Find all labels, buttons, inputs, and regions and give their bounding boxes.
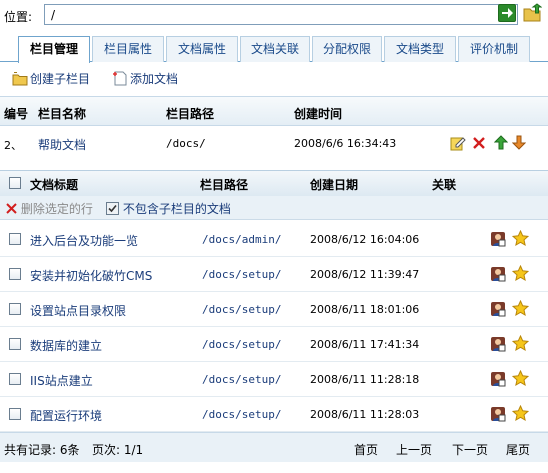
doc-path: /docs/setup/ xyxy=(202,373,282,386)
col-created-time: 创建时间 xyxy=(294,107,343,121)
exclude-subcategory-label: 不包含子栏目的文档 xyxy=(122,202,231,216)
col-id: 编号 xyxy=(4,107,29,121)
first-page-link[interactable]: 首页 xyxy=(354,441,378,458)
exclude-subcategory-toggle[interactable]: 不包含子栏目的文档 xyxy=(106,200,231,217)
doc-row: 设置站点目录权限/docs/setup/2008/6/11 18:01:06 xyxy=(0,293,548,327)
doc-row: IIS站点建立/docs/setup/2008/6/11 11:28:18 xyxy=(0,363,548,397)
user-icon[interactable] xyxy=(490,266,506,282)
doc-table-header: 文档标题 栏目路径 创建日期 关联 xyxy=(0,170,548,196)
address-label: 位置: xyxy=(4,10,33,24)
category-table-header: 编号 栏目名称 栏目路径 创建时间 xyxy=(0,96,548,126)
doc-row: 进入后台及功能一览/docs/admin/2008/6/12 16:04:06 xyxy=(0,223,548,257)
doc-title-link[interactable]: 数据库的建立 xyxy=(30,337,102,354)
doc-action-bar: 删除选定的行 不包含子栏目的文档 xyxy=(0,196,548,220)
row-checkbox[interactable] xyxy=(9,408,21,420)
star-icon[interactable] xyxy=(512,405,529,422)
doc-title-link[interactable]: 安装并初始化破竹CMS xyxy=(30,267,152,284)
category-row: 2、 帮助文档 /docs/ 2008/6/6 16:34:43 xyxy=(0,128,548,158)
delete-icon xyxy=(6,203,17,214)
total-records: 共有记录: 6条 xyxy=(4,443,80,457)
doc-title-link[interactable]: 设置站点目录权限 xyxy=(30,302,126,319)
tab-rating[interactable]: 评价机制 xyxy=(458,36,530,62)
arrow-right-icon xyxy=(502,8,513,18)
star-icon[interactable] xyxy=(512,265,529,282)
row-checkbox[interactable] xyxy=(9,338,21,350)
doc-date: 2008/6/11 17:41:34 xyxy=(310,338,420,351)
address-bar: 位置: / xyxy=(0,0,548,30)
tab-doc-types[interactable]: 文档类型 xyxy=(384,36,456,62)
col-doc-title: 文档标题 xyxy=(30,178,79,192)
user-icon[interactable] xyxy=(490,336,506,352)
delete-selected-button[interactable]: 删除选定的行 xyxy=(6,200,93,217)
doc-path: /docs/setup/ xyxy=(202,338,282,351)
document-add-icon xyxy=(113,71,127,86)
row-checkbox[interactable] xyxy=(9,268,21,280)
star-icon[interactable] xyxy=(512,300,529,317)
add-doc-label: 添加文档 xyxy=(130,72,179,86)
create-child-button[interactable]: 创建子栏目 xyxy=(12,70,90,88)
folder-up-icon[interactable] xyxy=(522,3,542,23)
doc-title-link[interactable]: 配置运行环境 xyxy=(30,407,102,424)
category-path: /docs/ xyxy=(166,137,206,150)
category-id: 2、 xyxy=(4,139,22,152)
doc-path: /docs/setup/ xyxy=(202,268,282,281)
col-category-name: 栏目名称 xyxy=(38,107,87,121)
doc-title-link[interactable]: IIS站点建立 xyxy=(30,372,93,389)
tab-doc-relations[interactable]: 文档关联 xyxy=(240,36,310,62)
user-icon[interactable] xyxy=(490,371,506,387)
toolbar: 创建子栏目 添加文档 xyxy=(0,64,548,92)
pagination-bar: 共有记录: 6条 页次: 1/1 首页 上一页 下一页 尾页 xyxy=(0,432,548,462)
delete-icon[interactable] xyxy=(472,136,486,150)
tab-bar: 栏目管理 栏目属性 文档属性 文档关联 分配权限 文档类型 评价机制 xyxy=(0,32,548,63)
checkbox-icon xyxy=(106,202,119,215)
select-all-checkbox[interactable] xyxy=(9,177,21,189)
doc-date: 2008/6/12 16:04:06 xyxy=(310,233,420,246)
doc-row: 配置运行环境/docs/setup/2008/6/11 11:28:03 xyxy=(0,398,548,432)
star-icon[interactable] xyxy=(512,230,529,247)
doc-date: 2008/6/11 18:01:06 xyxy=(310,303,420,316)
edit-icon[interactable] xyxy=(450,135,466,151)
col-doc-path: 栏目路径 xyxy=(200,178,249,192)
doc-path: /docs/setup/ xyxy=(202,408,282,421)
doc-path: /docs/admin/ xyxy=(202,233,282,246)
doc-date: 2008/6/11 11:28:03 xyxy=(310,408,420,421)
doc-date: 2008/6/12 11:39:47 xyxy=(310,268,420,281)
col-doc-date: 创建日期 xyxy=(310,178,359,192)
address-input[interactable]: / xyxy=(44,4,518,25)
tab-permissions[interactable]: 分配权限 xyxy=(312,36,382,62)
folder-add-icon xyxy=(12,72,28,86)
row-checkbox[interactable] xyxy=(9,373,21,385)
doc-date: 2008/6/11 11:28:18 xyxy=(310,373,420,386)
user-icon[interactable] xyxy=(490,406,506,422)
col-doc-relation: 关联 xyxy=(432,178,457,192)
next-page-link[interactable]: 下一页 xyxy=(452,441,488,458)
tab-doc-attributes[interactable]: 文档属性 xyxy=(166,36,238,62)
category-created: 2008/6/6 16:34:43 xyxy=(294,137,397,150)
last-page-link[interactable]: 尾页 xyxy=(506,441,530,458)
category-name-link[interactable]: 帮助文档 xyxy=(38,136,86,153)
doc-title-link[interactable]: 进入后台及功能一览 xyxy=(30,232,138,249)
arrow-down-icon[interactable] xyxy=(512,135,526,150)
tab-category-attributes[interactable]: 栏目属性 xyxy=(92,36,164,62)
star-icon[interactable] xyxy=(512,335,529,352)
prev-page-link[interactable]: 上一页 xyxy=(396,441,432,458)
row-checkbox[interactable] xyxy=(9,233,21,245)
row-checkbox[interactable] xyxy=(9,303,21,315)
create-child-label: 创建子栏目 xyxy=(30,72,91,86)
user-icon[interactable] xyxy=(490,231,506,247)
doc-path: /docs/setup/ xyxy=(202,303,282,316)
arrow-up-icon[interactable] xyxy=(494,135,508,150)
doc-row: 数据库的建立/docs/setup/2008/6/11 17:41:34 xyxy=(0,328,548,362)
star-icon[interactable] xyxy=(512,370,529,387)
go-button[interactable] xyxy=(498,4,516,22)
user-icon[interactable] xyxy=(490,301,506,317)
page-info: 页次: 1/1 xyxy=(92,443,144,457)
tab-category-manage[interactable]: 栏目管理 xyxy=(18,36,90,63)
delete-selected-label: 删除选定的行 xyxy=(20,202,93,216)
add-doc-button[interactable]: 添加文档 xyxy=(112,70,178,88)
doc-row: 安装并初始化破竹CMS/docs/setup/2008/6/12 11:39:4… xyxy=(0,258,548,292)
col-category-path: 栏目路径 xyxy=(166,107,215,121)
